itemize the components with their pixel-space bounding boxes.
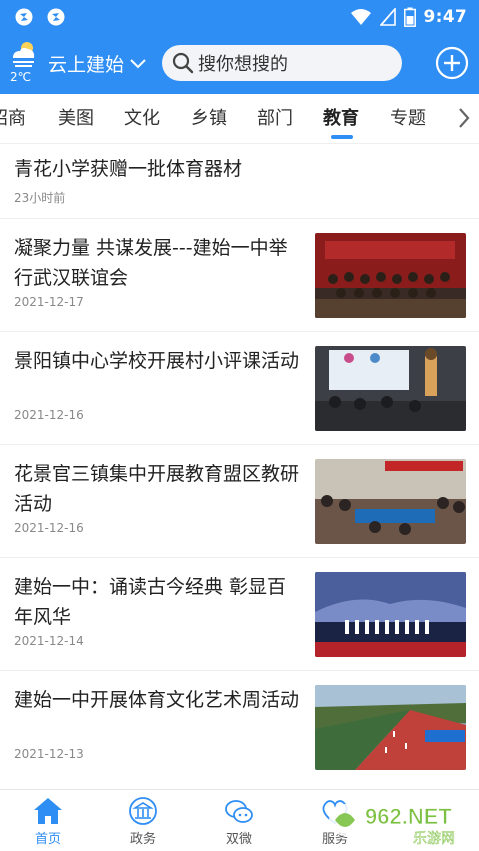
city-selector[interactable]: 云上建始: [48, 50, 146, 77]
weather-widget[interactable]: 2℃: [8, 40, 40, 90]
news-item[interactable]: 建始一中开展体育文化艺术周活动 2021-12-13: [0, 671, 479, 783]
tab-zhuanti[interactable]: 专题: [390, 104, 426, 130]
home-icon: [34, 798, 62, 824]
cloud-weather-icon: [13, 42, 35, 67]
nav-social[interactable]: 双微: [199, 790, 279, 851]
status-clock: 9:47: [423, 7, 467, 27]
search-icon: [172, 52, 194, 74]
news-title: 景阳镇中心学校开展村小评课活动: [14, 350, 300, 372]
site-watermark-logo: 962.NET 乐游网: [329, 804, 455, 847]
svg-text:962.NET: 962.NET: [365, 804, 452, 829]
nav-government-label: 政务: [129, 832, 156, 847]
app-notification-icon: [15, 8, 33, 26]
top-bar: 2℃ 云上建始 搜你想搜的: [0, 34, 479, 94]
news-date: 2021-12-16: [14, 408, 84, 422]
tab-bumen[interactable]: 部门: [257, 104, 293, 130]
tab-zhaoshang[interactable]: 招商: [0, 104, 26, 130]
news-date: 2021-12-16: [14, 521, 84, 535]
news-thumbnail-stage: [315, 572, 466, 657]
search-bar[interactable]: 搜你想搜的: [162, 45, 402, 81]
signal-icon: [379, 8, 396, 26]
tab-xiangzhen[interactable]: 乡镇: [191, 104, 227, 130]
news-title: 花景官三镇集中开展教育盟区教研活动: [14, 463, 300, 515]
news-item[interactable]: 花景官三镇集中开展教育盟区教研活动 2021-12-16: [0, 445, 479, 557]
chevron-right-icon[interactable]: [455, 106, 473, 130]
news-thumbnail-sports-track: [315, 685, 466, 770]
weibo-wechat-icon: [225, 800, 253, 823]
tab-meitu[interactable]: 美图: [58, 104, 94, 130]
category-tabs: 招商 美图 文化 乡镇 部门 教育 专题: [0, 94, 479, 144]
app-header: 9:47 2℃ 云上建始 搜你想搜的: [0, 0, 479, 94]
news-title: 建始一中开展体育文化艺术周活动: [14, 689, 300, 711]
news-item[interactable]: 青花小学获赠一批体育器材 23小时前: [0, 144, 479, 218]
news-thumbnail-meeting: [315, 459, 466, 544]
news-title: 凝聚力量 共谋发展---建始一中举行武汉联谊会: [14, 237, 288, 289]
add-plus-icon[interactable]: [435, 46, 469, 80]
news-item[interactable]: 凝聚力量 共谋发展---建始一中举行武汉联谊会 2021-12-17: [0, 219, 479, 331]
nav-government[interactable]: 政务: [103, 790, 183, 851]
battery-icon: [403, 7, 416, 27]
search-placeholder: 搜你想搜的: [198, 54, 288, 75]
tab-wenhua[interactable]: 文化: [124, 104, 160, 130]
news-date: 23小时前: [14, 191, 66, 205]
news-date: 2021-12-17: [14, 295, 84, 309]
nav-social-label: 双微: [225, 832, 252, 847]
tab-jiaoyu[interactable]: 教育: [323, 104, 359, 130]
government-building-icon: [129, 797, 157, 825]
city-name: 云上建始: [48, 54, 125, 76]
temperature-label: 2℃: [10, 70, 32, 84]
nav-home[interactable]: 首页: [8, 790, 88, 851]
news-item[interactable]: 建始一中：诵读古今经典 彰显百年风华 2021-12-14: [0, 558, 479, 670]
app-notification-icon-2: [47, 8, 65, 26]
status-bar: 9:47: [0, 0, 479, 34]
svg-text:乐游网: 乐游网: [413, 831, 455, 847]
news-thumbnail-group-photo: [315, 233, 466, 318]
wifi-icon: [350, 9, 371, 25]
chevron-down-icon: [130, 58, 146, 68]
news-item[interactable]: 景阳镇中心学校开展村小评课活动 2021-12-16: [0, 332, 479, 444]
news-title: 建始一中：诵读古今经典 彰显百年风华: [14, 576, 287, 628]
news-title: 青花小学获赠一批体育器材: [14, 158, 243, 180]
news-date: 2021-12-14: [14, 634, 84, 648]
active-tab-indicator: [331, 135, 353, 139]
news-date: 2021-12-13: [14, 747, 84, 761]
nav-home-label: 首页: [34, 832, 61, 847]
news-thumbnail-classroom: [315, 346, 466, 431]
